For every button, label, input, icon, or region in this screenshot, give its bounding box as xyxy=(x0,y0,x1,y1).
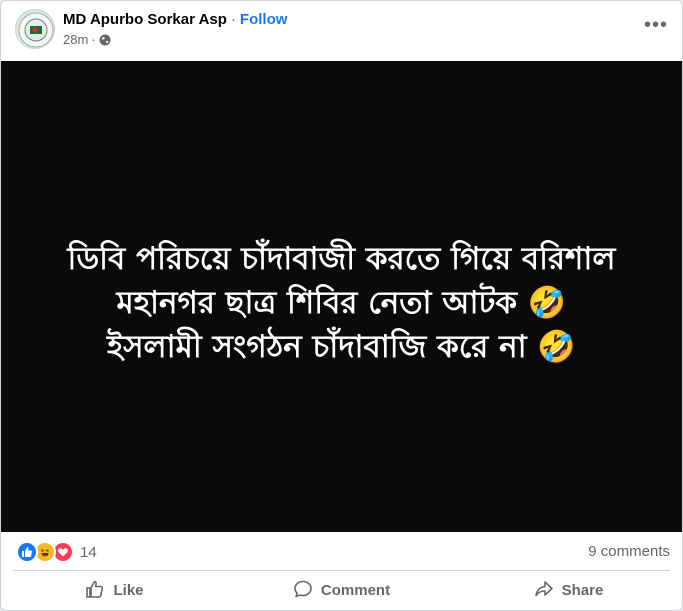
post-card: MD Apurbo Sorkar Asp · Follow 28m · ••• ডি… xyxy=(0,0,683,611)
post-stats: 14 9 comments xyxy=(1,532,682,570)
globe-icon[interactable] xyxy=(99,34,111,46)
like-reaction-icon xyxy=(16,541,38,563)
author-row: MD Apurbo Sorkar Asp · Follow xyxy=(63,11,287,29)
share-icon xyxy=(534,579,562,603)
author-avatar[interactable] xyxy=(15,9,55,49)
post-image-text: ডিবি পরিচয়ে চাঁদাবাজী করতে গিয়ে বরিশাল… xyxy=(67,241,616,365)
post-timestamp[interactable]: 28m xyxy=(63,32,88,48)
follow-button[interactable]: Follow xyxy=(240,11,288,28)
share-button[interactable]: Share xyxy=(455,571,682,610)
post-meta: 28m · xyxy=(63,32,111,48)
share-label: Share xyxy=(561,582,604,599)
comment-button[interactable]: Comment xyxy=(228,571,455,610)
thumbs-up-icon xyxy=(85,579,113,603)
like-button[interactable]: Like xyxy=(1,571,228,610)
author-name[interactable]: MD Apurbo Sorkar Asp xyxy=(63,11,227,28)
post-actions: Like Comment Share xyxy=(1,571,682,610)
meta-separator: · xyxy=(91,32,96,47)
comments-count-link[interactable]: 9 comments xyxy=(588,543,670,560)
comment-icon xyxy=(293,579,321,603)
like-label: Like xyxy=(113,582,144,599)
post-image[interactable]: ডিবি পরিচয়ে চাঁদাবাজী করতে গিয়ে বরিশাল… xyxy=(1,61,682,532)
post-header: MD Apurbo Sorkar Asp · Follow 28m · ••• xyxy=(1,1,682,61)
reaction-summary[interactable]: 14 xyxy=(16,541,97,563)
reaction-count: 14 xyxy=(80,543,97,561)
more-options-icon[interactable]: ••• xyxy=(644,15,668,39)
comment-label: Comment xyxy=(320,582,391,599)
name-separator: · xyxy=(230,11,236,28)
